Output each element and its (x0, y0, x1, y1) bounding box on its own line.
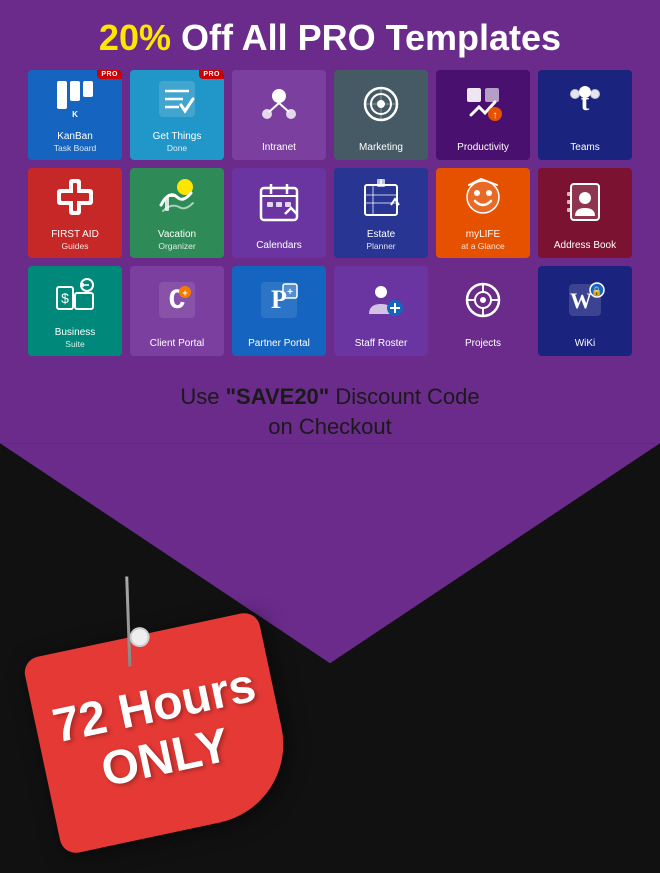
tile-calendars[interactable]: Calendars (232, 168, 326, 258)
estate-icon (334, 168, 428, 226)
getthings-label: Get ThingsDone (149, 131, 206, 153)
svg-text:🔒: 🔒 (591, 286, 602, 296)
intranet-label: Intranet (258, 142, 300, 154)
marketing-label: Marketing (355, 142, 407, 154)
business-icon: $ (28, 266, 122, 324)
addressbook-label: Address Book (550, 240, 620, 252)
tile-business[interactable]: $ BusinessSuite (28, 266, 122, 356)
mylife-label: myLIFEat a Glance (457, 229, 508, 251)
header-section: 20% Off All PRO Templates (0, 0, 660, 70)
projects-icon (436, 266, 530, 334)
firstaid-icon (28, 168, 122, 226)
discount-text: Use "SAVE20" Discount Codeon Checkout (20, 382, 640, 444)
tile-clientportal[interactable]: C + Client Portal (130, 266, 224, 356)
kanban-label: KanBanTask Board (50, 131, 101, 153)
tile-getthings[interactable]: PRO Get ThingsDone (130, 70, 224, 160)
firstaid-label: FIRST AIDGuides (47, 229, 103, 251)
partnerportal-label: Partner Portal (244, 338, 314, 350)
discount-section: Use "SAVE20" Discount Codeon Checkout (0, 366, 660, 444)
productivity-label: Productivity (453, 142, 513, 154)
bottom-area: 72 Hours ONLY (0, 443, 660, 873)
calendars-label: Calendars (252, 240, 306, 252)
productivity-icon: ↑ (436, 70, 530, 138)
svg-text:+: + (182, 288, 187, 298)
tile-staffroster[interactable]: Staff Roster (334, 266, 428, 356)
tile-teams[interactable]: t Teams (538, 70, 632, 160)
svg-text:K: K (72, 110, 78, 119)
tiles-grid: PRO K KanBanTask Board PRO (28, 70, 632, 356)
tag-text: 72 Hours ONLY (49, 660, 272, 806)
mylife-icon (436, 168, 530, 226)
header-title: 20% Off All PRO Templates (20, 18, 640, 58)
estate-label: EstatePlanner (362, 229, 399, 251)
pro-badge-kanban: PRO (97, 70, 122, 79)
teams-label: Teams (566, 142, 603, 154)
clientportal-icon: C + (130, 266, 224, 334)
svg-text:↑: ↑ (493, 110, 498, 121)
svg-text:+: + (287, 287, 293, 298)
wiki-label: WiKi (571, 338, 600, 350)
tile-wiki[interactable]: W 🔒 WiKi (538, 266, 632, 356)
svg-text:W: W (570, 288, 592, 313)
partnerportal-icon: P + (232, 266, 326, 334)
tile-intranet[interactable]: Intranet (232, 70, 326, 160)
wiki-icon: W 🔒 (538, 266, 632, 334)
tile-addressbook[interactable]: Address Book (538, 168, 632, 258)
pro-badge-getthings: PRO (199, 70, 224, 79)
tile-kanban[interactable]: PRO K KanBanTask Board (28, 70, 122, 160)
tiles-grid-section: PRO K KanBanTask Board PRO (0, 70, 660, 366)
header-title-text: Off All PRO Templates (181, 17, 561, 58)
tile-estate[interactable]: EstatePlanner (334, 168, 428, 258)
svg-text:$: $ (61, 290, 69, 306)
tile-productivity[interactable]: ↑ Productivity (436, 70, 530, 160)
staffroster-icon (334, 266, 428, 334)
calendars-icon (232, 168, 326, 236)
business-label: BusinessSuite (51, 327, 100, 349)
tile-marketing[interactable]: Marketing (334, 70, 428, 160)
vacation-icon (130, 168, 224, 226)
tile-projects[interactable]: Projects (436, 266, 530, 356)
clientportal-label: Client Portal (146, 338, 208, 350)
tile-mylife[interactable]: myLIFEat a Glance (436, 168, 530, 258)
intranet-icon (232, 70, 326, 138)
teams-icon: t (538, 70, 632, 138)
tile-partnerportal[interactable]: P + Partner Portal (232, 266, 326, 356)
price-tag-wrapper: 72 Hours ONLY (22, 610, 298, 856)
marketing-icon (334, 70, 428, 138)
staffroster-label: Staff Roster (351, 338, 412, 350)
v-shape (0, 443, 660, 663)
vacation-label: VacationOrganizer (154, 229, 200, 251)
tile-vacation[interactable]: VacationOrganizer (130, 168, 224, 258)
addressbook-icon (538, 168, 632, 236)
projects-label: Projects (461, 338, 505, 350)
discount-code: "SAVE20" (226, 384, 330, 409)
tile-firstaid[interactable]: FIRST AIDGuides (28, 168, 122, 258)
tag-body: 72 Hours ONLY (22, 610, 298, 856)
discount-highlight: 20% (99, 17, 171, 58)
